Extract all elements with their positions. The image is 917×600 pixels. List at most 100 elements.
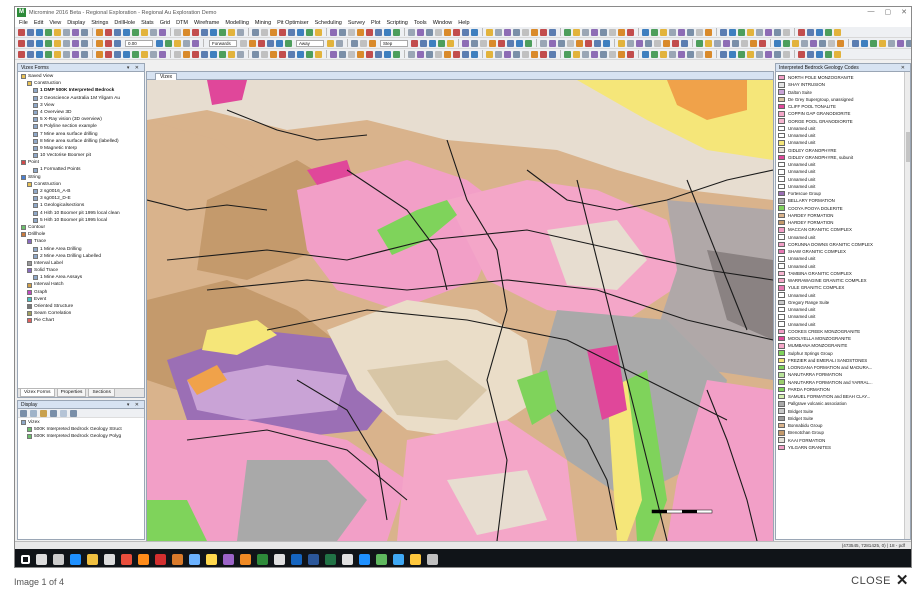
excel-icon[interactable] — [325, 553, 336, 565]
task-view-icon[interactable] — [53, 553, 64, 565]
toolbar-tool-icon[interactable] — [183, 28, 190, 36]
toolbar-tool-icon[interactable] — [489, 39, 496, 47]
toolbar-tool-icon[interactable] — [582, 28, 589, 36]
tree-item[interactable]: Solid Trace — [21, 267, 144, 274]
toolbar-tool-icon[interactable] — [270, 28, 277, 36]
toolbar-tool-icon[interactable] — [357, 50, 364, 58]
tree-item[interactable]: Drillhole — [21, 231, 144, 238]
toolbar-tool-icon[interactable] — [384, 28, 391, 36]
toolbar-tool-icon[interactable] — [453, 50, 460, 58]
toolbar-tool-icon[interactable] — [96, 28, 103, 36]
toolbar-tool-icon[interactable] — [600, 28, 607, 36]
toolbar-tool-icon[interactable] — [879, 39, 886, 47]
legend-entry[interactable]: Unnamed unit — [776, 306, 910, 313]
legend-entry[interactable]: CLIFF POOL TONALITE — [776, 103, 910, 110]
toolbar-tool-icon[interactable] — [540, 39, 547, 47]
toolbar-tool-icon[interactable] — [54, 39, 61, 47]
toolbar-tool-icon[interactable] — [141, 28, 148, 36]
ie-icon[interactable] — [359, 553, 370, 565]
toolbar-tool-icon[interactable] — [192, 39, 199, 47]
toolbar-tool-icon[interactable] — [183, 39, 190, 47]
toolbar-tool-icon[interactable] — [81, 28, 88, 36]
display-tool-icon[interactable] — [30, 410, 37, 417]
toolbar-tool-icon[interactable] — [237, 28, 244, 36]
toolbar-tool-icon[interactable] — [96, 50, 103, 58]
toolbar-tool-icon[interactable] — [462, 39, 469, 47]
close-window-button[interactable]: ✕ — [901, 8, 907, 16]
toolbar-tool-icon[interactable] — [105, 28, 112, 36]
toolbar-tool-icon[interactable] — [687, 50, 694, 58]
display-tool-icon[interactable] — [70, 410, 77, 417]
store-icon[interactable] — [104, 553, 115, 565]
toolbar-tool-icon[interactable] — [159, 50, 166, 58]
toolbar-tool-icon[interactable] — [750, 39, 757, 47]
tree-item[interactable]: Point — [21, 159, 144, 166]
tree-item[interactable]: Interval Hatch — [21, 281, 144, 288]
toolbar-tool-icon[interactable] — [705, 28, 712, 36]
tree-item[interactable]: Graph — [21, 289, 144, 296]
toolbar-tool-icon[interactable] — [525, 39, 532, 47]
tree-item[interactable]: Event — [21, 296, 144, 303]
toolbar-tool-icon[interactable] — [27, 50, 34, 58]
edge-icon[interactable] — [70, 553, 81, 565]
toolbar-tool-icon[interactable] — [339, 28, 346, 36]
toolbar-tool-icon[interactable] — [306, 50, 313, 58]
legend-entry[interactable]: HARDEY FORMATION — [776, 219, 910, 226]
display-tool-icon[interactable] — [60, 410, 67, 417]
toolbar-tool-icon[interactable] — [513, 28, 520, 36]
toolbar-tool-icon[interactable] — [732, 39, 739, 47]
toolbar-tool-icon[interactable] — [114, 50, 121, 58]
toolbar-tool-icon[interactable] — [36, 50, 43, 58]
toolbar-tool-icon[interactable] — [123, 28, 130, 36]
menu-item-dtm[interactable]: DTM — [176, 20, 188, 26]
toolbar-tool-icon[interactable] — [870, 39, 877, 47]
toolbar-tool-icon[interactable] — [54, 50, 61, 58]
tab-properties[interactable]: Properties — [56, 389, 87, 397]
toolbar-tool-icon[interactable] — [663, 39, 670, 47]
toolbar-tool-icon[interactable] — [408, 28, 415, 36]
legend-entry[interactable]: SHAW GRANITIC COMPLEX — [776, 248, 910, 255]
legend-entry[interactable]: COOKES CREEK MONZOGRANITE — [776, 328, 910, 335]
toolbar-tool-icon[interactable] — [297, 50, 304, 58]
panel-controls[interactable]: ▾ ✕ — [127, 401, 141, 409]
legend-entry[interactable]: Unnamed unit — [776, 183, 910, 190]
toolbar-tool-icon[interactable] — [738, 28, 745, 36]
toolbar-tool-icon[interactable] — [45, 39, 52, 47]
toolbar-tool-icon[interactable] — [471, 28, 478, 36]
toolbar-tool-icon[interactable] — [651, 28, 658, 36]
tree-item[interactable]: Seam Correlation — [21, 310, 144, 317]
outlook-icon[interactable] — [291, 553, 302, 565]
app-icon[interactable] — [223, 553, 234, 565]
menu-item-drillhole[interactable]: DrillHole — [114, 20, 135, 26]
toolbar-tool-icon[interactable] — [315, 50, 322, 58]
toolbar-tool-icon[interactable] — [645, 39, 652, 47]
toolbar-tool-icon[interactable] — [96, 39, 103, 47]
windows-start-icon[interactable] — [21, 554, 30, 564]
toolbar-tool-icon[interactable] — [720, 28, 727, 36]
toolbar-tool-icon[interactable] — [81, 50, 88, 58]
tab-sections[interactable]: Sections — [88, 389, 115, 397]
tree-item[interactable]: Pie Chart — [21, 317, 144, 324]
legend-entry[interactable]: Bonnabidu Group — [776, 422, 910, 429]
toolbar-tool-icon[interactable] — [765, 50, 772, 58]
toolbar-tool-icon[interactable] — [540, 50, 547, 58]
toolbar-tool-icon[interactable] — [660, 50, 667, 58]
legend-entry[interactable]: Unnamed unit — [776, 313, 910, 320]
app-icon[interactable] — [410, 553, 421, 565]
toolbar-tool-icon[interactable] — [297, 28, 304, 36]
toolbar-tool-icon[interactable] — [609, 50, 616, 58]
tree-item[interactable]: 1 Mine Area Assays — [21, 274, 144, 281]
toolbar-tool-icon[interactable] — [351, 39, 358, 47]
legend-entry[interactable]: Unnamed unit — [776, 255, 910, 262]
toolbar-combo[interactable]: Forwards — [209, 39, 237, 47]
legend-entry[interactable]: Bridget Suite — [776, 408, 910, 415]
tree-item[interactable]: 2 sg0016_A-B — [21, 188, 144, 195]
toolbar-tool-icon[interactable] — [471, 50, 478, 58]
toolbar-tool-icon[interactable] — [609, 28, 616, 36]
tree-item[interactable]: 4 Hith 10 Boomer pit 1995 local clean — [21, 210, 144, 217]
tree-item[interactable]: Trace — [21, 238, 144, 245]
legend-entry[interactable]: HARDEY FORMATION — [776, 212, 910, 219]
toolbar-tool-icon[interactable] — [18, 39, 25, 47]
toolbar-tool-icon[interactable] — [696, 28, 703, 36]
toolbar-tool-icon[interactable] — [429, 39, 436, 47]
